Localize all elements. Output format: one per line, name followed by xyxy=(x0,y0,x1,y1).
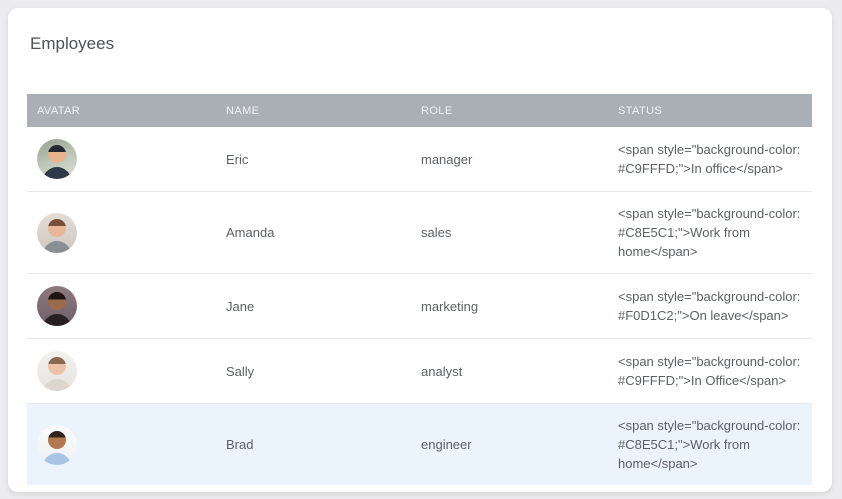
name-cell: Eric xyxy=(216,127,411,192)
status-cell: <span style="background-color: #F0D1C2;"… xyxy=(608,274,812,339)
name-cell: Jane xyxy=(216,274,411,339)
role-cell: engineer xyxy=(411,404,608,486)
status-cell: <span style="background-color: #C9FFFD;"… xyxy=(608,339,812,404)
column-header-name: NAME xyxy=(216,94,411,127)
name-cell: Sally xyxy=(216,339,411,404)
role-cell: marketing xyxy=(411,274,608,339)
avatar-cell xyxy=(27,274,216,339)
column-header-status: STATUS xyxy=(608,94,812,127)
header-row: AVATAR NAME ROLE STATUS xyxy=(27,94,812,127)
table-header: AVATAR NAME ROLE STATUS xyxy=(27,94,812,127)
role-cell: sales xyxy=(411,192,608,274)
name-cell: Brad xyxy=(216,404,411,486)
column-header-avatar: AVATAR xyxy=(27,94,216,127)
employees-card: Employees AVATAR NAME ROLE STATUS Eric m… xyxy=(8,8,832,492)
status-cell: <span style="background-color: #C8E5C1;"… xyxy=(608,404,812,486)
status-cell: <span style="background-color: #C9FFFD;"… xyxy=(608,127,812,192)
avatar-cell xyxy=(27,192,216,274)
avatar-photo xyxy=(37,286,77,326)
table-row[interactable]: Eric manager <span style="background-col… xyxy=(27,127,812,192)
status-cell: <span style="background-color: #C8E5C1;"… xyxy=(608,192,812,274)
avatar-photo xyxy=(37,425,77,465)
table-row[interactable]: Sally analyst <span style="background-co… xyxy=(27,339,812,404)
table-row-highlighted[interactable]: Brad engineer <span style="background-co… xyxy=(27,404,812,486)
column-header-role: ROLE xyxy=(411,94,608,127)
page-title: Employees xyxy=(30,34,832,54)
name-cell: Amanda xyxy=(216,192,411,274)
avatar-cell xyxy=(27,127,216,192)
avatar-photo xyxy=(37,351,77,391)
table-row[interactable]: Jane marketing <span style="background-c… xyxy=(27,274,812,339)
avatar-photo xyxy=(37,139,77,179)
avatar-cell xyxy=(27,339,216,404)
employees-table: AVATAR NAME ROLE STATUS Eric manager <sp… xyxy=(27,94,812,485)
role-cell: analyst xyxy=(411,339,608,404)
table-row[interactable]: Amanda sales <span style="background-col… xyxy=(27,192,812,274)
avatar-cell xyxy=(27,404,216,486)
role-cell: manager xyxy=(411,127,608,192)
avatar-photo xyxy=(37,213,77,253)
